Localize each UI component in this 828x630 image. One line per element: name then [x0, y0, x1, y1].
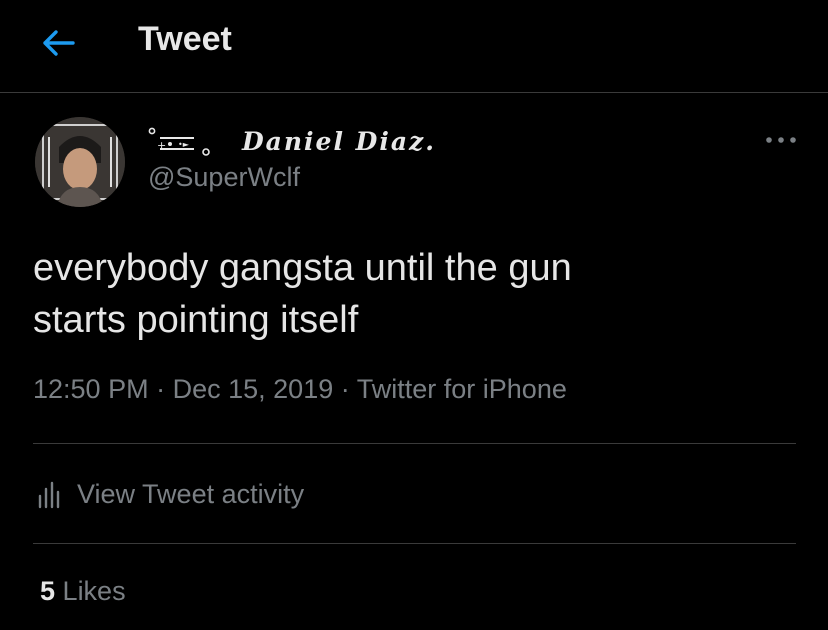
- author-handle[interactable]: @SuperWclf: [148, 162, 300, 193]
- bar-chart-icon: [38, 481, 60, 509]
- ornament-icon: + •►: [148, 127, 210, 156]
- avatar-image: [35, 117, 125, 207]
- back-button[interactable]: [38, 26, 78, 60]
- more-options-button[interactable]: [758, 126, 804, 154]
- author-name: Daniel Diaz.: [242, 126, 436, 156]
- page-title: Tweet: [138, 20, 232, 58]
- svg-text:•►: •►: [178, 140, 190, 149]
- avatar[interactable]: [35, 117, 125, 207]
- svg-text:+: +: [157, 139, 166, 152]
- divider: [33, 543, 796, 544]
- author-display-name[interactable]: + •► Daniel Diaz.: [148, 120, 436, 162]
- meta-separator: ·: [340, 374, 350, 404]
- tweet-meta: 12:50 PM · Dec 15, 2019 · Twitter for iP…: [33, 374, 567, 405]
- likes-count: 5: [40, 576, 56, 606]
- likes-label: Likes: [62, 576, 126, 606]
- top-bar: Tweet: [0, 0, 828, 93]
- more-icon: [766, 137, 796, 143]
- meta-separator: ·: [156, 374, 166, 404]
- tweet-time[interactable]: 12:50 PM: [33, 374, 149, 404]
- view-tweet-activity-button[interactable]: View Tweet activity: [35, 474, 304, 514]
- divider: [33, 443, 796, 444]
- tweet-text: everybody gangsta until the gun starts p…: [33, 247, 572, 341]
- tweet-source[interactable]: Twitter for iPhone: [357, 374, 567, 404]
- activity-label: View Tweet activity: [77, 478, 305, 509]
- likes-count-link[interactable]: 5 Likes: [40, 576, 126, 607]
- arrow-left-icon: [43, 30, 75, 56]
- tweet-date[interactable]: Dec 15, 2019: [173, 374, 334, 404]
